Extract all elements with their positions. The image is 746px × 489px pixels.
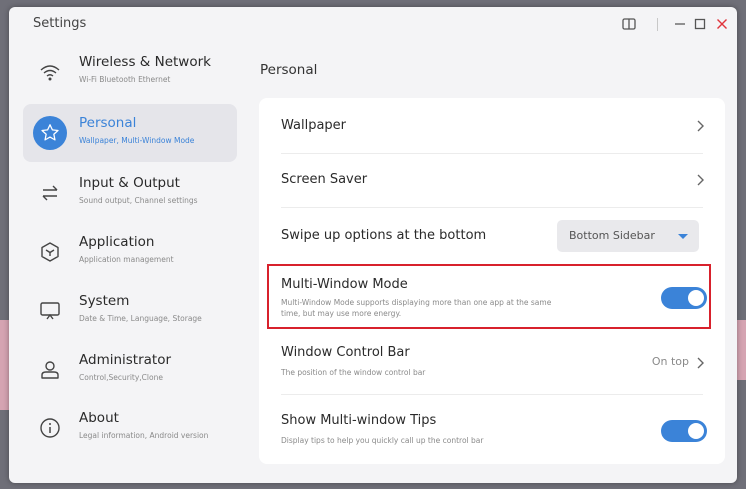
sidebar-item-subtitle: Date & Time, Language, Storage: [79, 314, 202, 323]
cube-icon: [33, 235, 67, 269]
chevron-right-icon: [697, 357, 704, 369]
sidebar-item-subtitle: Sound output, Channel settings: [79, 196, 198, 205]
sidebar-item-title: Wireless & Network: [79, 54, 211, 70]
sidebar-item-title: Personal: [79, 115, 137, 131]
sidebar-item-title: Input & Output: [79, 175, 180, 191]
sidebar-item-input-output[interactable]: Input & Output Sound output, Channel set…: [23, 164, 237, 222]
row-description: The position of the window control bar: [281, 368, 426, 377]
sidebar-item-subtitle: Legal information, Android version: [79, 431, 209, 440]
row-label: Show Multi-window Tips: [281, 413, 437, 428]
page-title: Personal: [260, 62, 318, 78]
sidebar-item-subtitle: Application management: [79, 255, 174, 264]
multi-window-tips-toggle[interactable]: [661, 420, 707, 442]
row-value: On top: [651, 355, 689, 368]
row-label: Screen Saver: [281, 172, 368, 187]
maximize-icon[interactable]: [689, 13, 711, 35]
chevron-right-icon: [697, 120, 704, 132]
settings-window: Settings Wireless & Network Wi-Fi Blueto…: [9, 7, 737, 483]
swap-arrows-icon: [33, 176, 67, 210]
row-description: Display tips to help you quickly call up…: [281, 436, 484, 445]
row-swipe-up: Swipe up options at the bottom Bottom Si…: [259, 208, 725, 265]
sidebar: Wireless & Network Wi-Fi Bluetooth Ether…: [9, 41, 237, 483]
toggle-knob: [688, 423, 704, 439]
layout-icon[interactable]: [618, 13, 640, 35]
sidebar-item-wireless[interactable]: Wireless & Network Wi-Fi Bluetooth Ether…: [23, 43, 237, 101]
sidebar-item-subtitle: Wi-Fi Bluetooth Ethernet: [79, 75, 171, 84]
monitor-icon: [33, 294, 67, 328]
user-icon: [33, 353, 67, 387]
sidebar-item-application[interactable]: Application Application management: [23, 223, 237, 281]
title-bar: Settings: [9, 7, 737, 41]
chevron-right-icon: [697, 174, 704, 186]
sidebar-item-title: Application: [79, 234, 155, 250]
highlight-box: [267, 264, 711, 329]
swipe-up-dropdown[interactable]: Bottom Sidebar: [557, 220, 699, 252]
sidebar-item-about[interactable]: About Legal information, Android version: [23, 399, 237, 457]
sidebar-item-system[interactable]: System Date & Time, Language, Storage: [23, 282, 237, 340]
info-icon: [33, 411, 67, 445]
sidebar-item-title: System: [79, 293, 130, 309]
row-label: Window Control Bar: [281, 345, 410, 360]
close-icon[interactable]: [711, 13, 733, 35]
wifi-icon: [33, 55, 67, 89]
sidebar-item-subtitle: Wallpaper, Multi-Window Mode: [79, 136, 195, 145]
window-title: Settings: [33, 16, 87, 31]
sidebar-item-administrator[interactable]: Administrator Control,Security,Clone: [23, 341, 237, 399]
sidebar-item-title: About: [79, 410, 119, 426]
row-label: Swipe up options at the bottom: [281, 228, 487, 243]
titlebar-separator: [657, 18, 658, 31]
minimize-icon[interactable]: [669, 13, 691, 35]
row-multi-window-tips: Show Multi-window Tips Display tips to h…: [259, 395, 725, 461]
sidebar-item-subtitle: Control,Security,Clone: [79, 373, 163, 382]
dropdown-value: Bottom Sidebar: [569, 229, 655, 242]
sidebar-item-personal[interactable]: Personal Wallpaper, Multi-Window Mode: [23, 104, 237, 162]
sidebar-item-title: Administrator: [79, 352, 172, 368]
row-label: Wallpaper: [281, 118, 347, 133]
row-wallpaper[interactable]: Wallpaper: [259, 98, 725, 154]
star-icon: [33, 116, 67, 150]
row-window-control-bar[interactable]: Window Control Bar The position of the w…: [259, 329, 725, 395]
chevron-down-icon: [678, 234, 688, 239]
row-screen-saver[interactable]: Screen Saver: [259, 154, 725, 208]
